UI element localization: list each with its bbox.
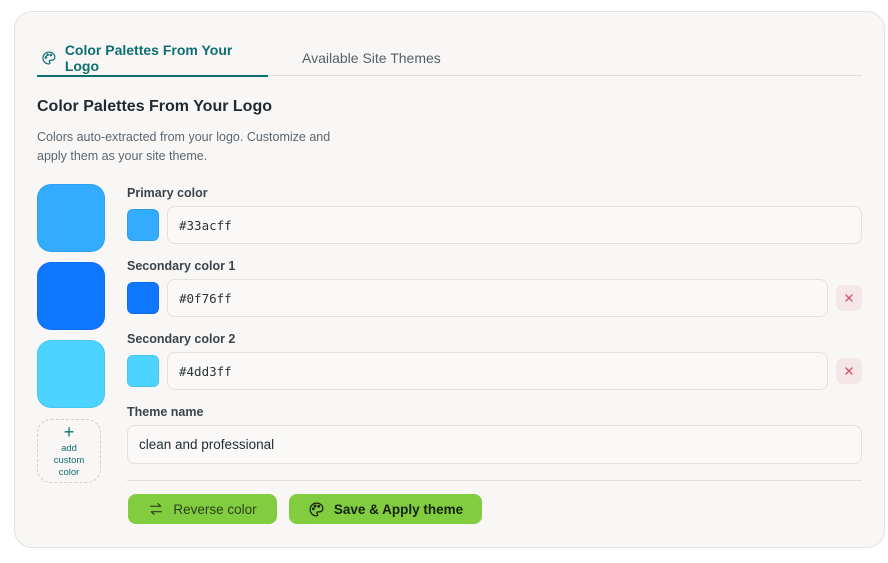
reverse-color-button[interactable]: Reverse color xyxy=(128,494,277,524)
primary-color-label: Primary color xyxy=(127,186,208,200)
close-icon xyxy=(845,294,853,302)
add-custom-color-label: add custom color xyxy=(53,442,85,478)
save-apply-theme-label: Save & Apply theme xyxy=(333,501,464,517)
tab-color-palettes[interactable]: Color Palettes From Your Logo xyxy=(37,40,268,77)
remove-secondary-color-2-button[interactable] xyxy=(836,358,862,384)
secondary-color-1-input[interactable]: #0f76ff xyxy=(167,279,828,317)
secondary-color-1-picker[interactable] xyxy=(127,282,159,314)
tab-available-themes[interactable]: Available Site Themes xyxy=(302,40,441,76)
tab-bar: Color Palettes From Your Logo Available … xyxy=(37,40,862,77)
palette-icon xyxy=(42,50,56,65)
add-custom-color-button[interactable]: + add custom color xyxy=(37,419,101,483)
close-icon xyxy=(845,367,853,375)
secondary-color-1-swatch[interactable] xyxy=(37,262,105,330)
secondary-color-1-label: Secondary color 1 xyxy=(127,259,236,273)
plus-icon: + xyxy=(63,421,75,442)
palette-card: Color Palettes From Your Logo Available … xyxy=(14,11,885,548)
divider xyxy=(127,480,862,481)
reverse-color-label: Reverse color xyxy=(173,501,257,517)
primary-color-input[interactable]: #33acff xyxy=(167,206,862,244)
secondary-color-2-input[interactable]: #4dd3ff xyxy=(167,352,828,390)
secondary-color-2-swatch[interactable] xyxy=(37,340,105,408)
secondary-color-2-picker[interactable] xyxy=(127,355,159,387)
section-title: Color Palettes From Your Logo xyxy=(37,98,272,115)
tab-available-themes-label: Available Site Themes xyxy=(302,50,441,66)
primary-color-picker[interactable] xyxy=(127,209,159,241)
tab-color-palettes-label: Color Palettes From Your Logo xyxy=(64,41,233,74)
palette-icon xyxy=(309,501,324,517)
primary-color-swatch[interactable] xyxy=(37,184,105,252)
theme-name-label: Theme name xyxy=(127,405,204,419)
swap-arrows-icon xyxy=(150,503,163,515)
secondary-color-2-label: Secondary color 2 xyxy=(127,332,236,346)
save-apply-theme-button[interactable]: Save & Apply theme xyxy=(289,494,482,524)
remove-secondary-color-1-button[interactable] xyxy=(836,285,862,311)
theme-name-input[interactable]: clean and professional xyxy=(127,425,862,464)
section-description: Colors auto-extracted from your logo. Cu… xyxy=(37,130,331,163)
